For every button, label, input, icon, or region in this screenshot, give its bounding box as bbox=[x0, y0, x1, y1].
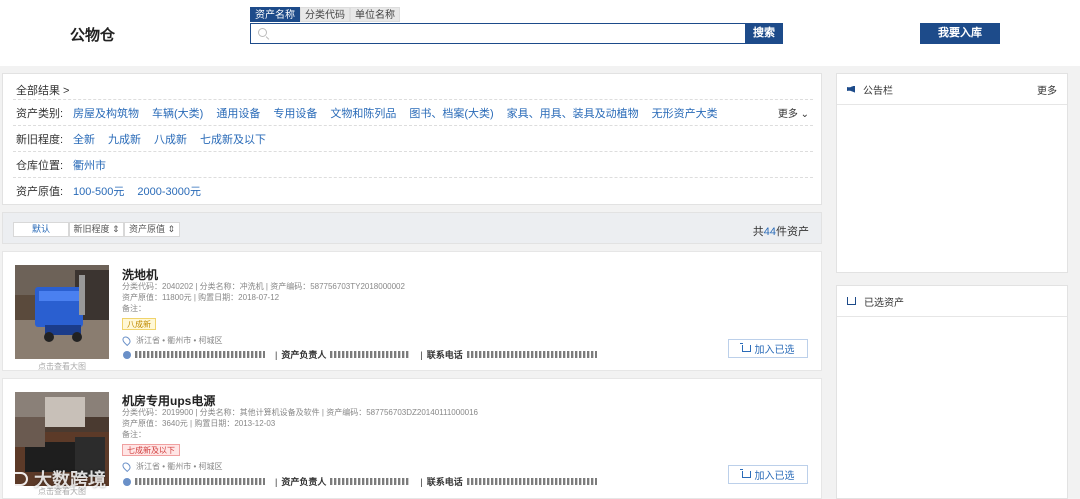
notice-board-title: 公告栏 bbox=[863, 85, 893, 97]
asset-meta-codes: 分类代码：2019900 | 分类名称：其他计算机设备及软件 | 资产编码：58… bbox=[122, 408, 478, 417]
selected-assets-header: 已选资产 bbox=[837, 286, 1067, 317]
tab-asset-name[interactable]: 资产名称 bbox=[250, 7, 300, 22]
filter-option[interactable]: 家具、用具、装具及动植物 bbox=[507, 105, 639, 121]
contact-line: | 资产负责人 | 联系电话 bbox=[123, 475, 603, 488]
notice-board-panel: 公告栏 更多 bbox=[836, 73, 1068, 273]
notice-more-link[interactable]: 更多 bbox=[1037, 82, 1057, 97]
phone-label: 联系电话 bbox=[426, 477, 463, 487]
site-logo[interactable]: 公物仓 bbox=[70, 24, 115, 45]
watermark-text: 大数跨境 bbox=[34, 470, 106, 490]
tab-category-code[interactable]: 分类代码 bbox=[300, 7, 350, 22]
asset-card: 点击查看大图 洗地机 分类代码：2040202 | 分类名称：冲洗机 | 资产编… bbox=[2, 251, 822, 371]
search-box bbox=[250, 23, 746, 44]
breadcrumb[interactable]: 全部结果 > bbox=[16, 82, 69, 98]
redacted-phone bbox=[466, 478, 597, 485]
filter-option[interactable]: 文物和陈列品 bbox=[330, 105, 396, 121]
more-categories-link[interactable]: 更多 ⌄ bbox=[778, 105, 809, 120]
cart-icon bbox=[847, 297, 856, 305]
sort-condition-button[interactable]: 新旧程度 ⇕ bbox=[69, 222, 124, 237]
filter-row-condition: 新旧程度: 全新 九成新 八成新 七成新及以下 bbox=[13, 125, 813, 151]
search-icon bbox=[258, 28, 267, 37]
filter-option[interactable]: 房屋及构筑物 bbox=[73, 105, 139, 121]
filter-option[interactable]: 七成新及以下 bbox=[200, 131, 266, 147]
location-text: 浙江省 • 衢州市 • 柯城区 bbox=[136, 336, 223, 345]
filter-option[interactable]: 2000-3000元 bbox=[137, 183, 201, 199]
cart-icon bbox=[739, 343, 751, 352]
filter-label: 新旧程度: bbox=[16, 133, 64, 146]
filter-label: 仓库位置: bbox=[16, 159, 64, 172]
selected-assets-panel: 已选资产 bbox=[836, 285, 1068, 499]
filter-row-category: 资产类别: 房屋及构筑物 车辆(大类) 通用设备 专用设备 文物和陈列品 图书、… bbox=[13, 99, 813, 125]
redacted-unit bbox=[135, 478, 265, 485]
sort-value-button[interactable]: 资产原值 ⇕ bbox=[124, 222, 180, 237]
add-to-selected-button[interactable]: 加入已选 bbox=[728, 465, 808, 484]
add-to-selected-button[interactable]: 加入已选 bbox=[728, 339, 808, 358]
filter-option[interactable]: 专用设备 bbox=[273, 105, 317, 121]
search-type-tabs: 资产名称 分类代码 单位名称 bbox=[250, 7, 400, 22]
sort-default-button[interactable]: 默认 bbox=[13, 222, 69, 237]
location-pin-icon bbox=[120, 460, 133, 473]
top-header: 公物仓 资产名称 分类代码 单位名称 搜索 我要入库 bbox=[0, 0, 1080, 66]
asset-photo[interactable] bbox=[15, 265, 109, 359]
notice-board-header: 公告栏 更多 bbox=[837, 74, 1067, 105]
filter-option[interactable]: 车辆(大类) bbox=[152, 105, 203, 121]
redacted-unit bbox=[135, 351, 265, 358]
unit-icon bbox=[123, 350, 131, 359]
condition-badge: 七成新及以下 bbox=[122, 444, 180, 456]
filter-option[interactable]: 100-500元 bbox=[73, 183, 124, 199]
filter-label: 资产原值: bbox=[16, 185, 64, 198]
asset-meta-remark: 备注： bbox=[122, 430, 146, 439]
location-line: 浙江省 • 衢州市 • 柯城区 bbox=[120, 334, 223, 347]
filter-option[interactable]: 九成新 bbox=[108, 131, 141, 147]
owner-label: 资产负责人 bbox=[281, 477, 327, 487]
phone-label: 联系电话 bbox=[426, 350, 463, 360]
filter-option[interactable]: 无形资产大类 bbox=[652, 105, 718, 121]
total-prefix: 共 bbox=[752, 226, 764, 238]
redacted-owner bbox=[330, 351, 411, 358]
sort-bar: 默认 新旧程度 ⇕ 资产原值 ⇕ 共44件资产 bbox=[2, 212, 822, 244]
owner-label: 资产负责人 bbox=[281, 350, 327, 360]
photo-caption[interactable]: 点击查看大图 bbox=[15, 361, 109, 372]
tab-unit-name[interactable]: 单位名称 bbox=[350, 7, 400, 22]
total-count: 共44件资产 bbox=[753, 223, 809, 239]
asset-card: 点击查看大图 机房专用ups电源 分类代码：2019900 | 分类名称：其他计… bbox=[2, 378, 822, 499]
watermark-logo-icon bbox=[8, 472, 28, 486]
asset-meta-remark: 备注： bbox=[122, 304, 146, 313]
filter-label: 资产类别: bbox=[16, 107, 64, 120]
filter-row-location: 仓库位置: 衢州市 bbox=[13, 151, 813, 177]
filter-row-value: 资产原值: 100-500元 2000-3000元 bbox=[13, 177, 813, 203]
location-text: 浙江省 • 衢州市 • 柯城区 bbox=[136, 462, 223, 471]
watermark: 大数跨境 bbox=[8, 466, 106, 492]
redacted-phone bbox=[466, 351, 597, 358]
filter-panel: 全部结果 > 资产类别: 房屋及构筑物 车辆(大类) 通用设备 专用设备 文物和… bbox=[2, 73, 822, 205]
condition-badge: 八成新 bbox=[122, 318, 156, 330]
megaphone-icon bbox=[847, 85, 855, 93]
redacted-owner bbox=[330, 478, 411, 485]
search-button[interactable]: 搜索 bbox=[745, 23, 783, 44]
filter-option[interactable]: 八成新 bbox=[154, 131, 187, 147]
cart-icon bbox=[739, 469, 751, 478]
total-number: 44 bbox=[763, 226, 776, 238]
stock-in-button[interactable]: 我要入库 bbox=[920, 23, 1000, 44]
add-button-label: 加入已选 bbox=[754, 471, 795, 482]
location-pin-icon bbox=[120, 334, 133, 347]
unit-icon bbox=[123, 477, 131, 486]
asset-meta-value: 资产原值：11800元 | 购置日期：2018-07-12 bbox=[122, 293, 280, 302]
asset-meta-codes: 分类代码：2040202 | 分类名称：冲洗机 | 资产编码：587756703… bbox=[122, 282, 405, 291]
total-suffix: 件资产 bbox=[776, 226, 809, 238]
add-button-label: 加入已选 bbox=[754, 345, 795, 356]
contact-line: | 资产负责人 | 联系电话 bbox=[123, 348, 603, 361]
filter-option[interactable]: 衢州市 bbox=[73, 157, 106, 173]
asset-meta-value: 资产原值：3640元 | 购置日期：2013-12-03 bbox=[122, 419, 276, 428]
selected-assets-title: 已选资产 bbox=[864, 297, 904, 309]
filter-option[interactable]: 图书、档案(大类) bbox=[409, 105, 493, 121]
filter-option[interactable]: 通用设备 bbox=[216, 105, 260, 121]
location-line: 浙江省 • 衢州市 • 柯城区 bbox=[120, 460, 223, 473]
filter-option[interactable]: 全新 bbox=[73, 131, 95, 147]
search-input[interactable] bbox=[273, 26, 733, 41]
